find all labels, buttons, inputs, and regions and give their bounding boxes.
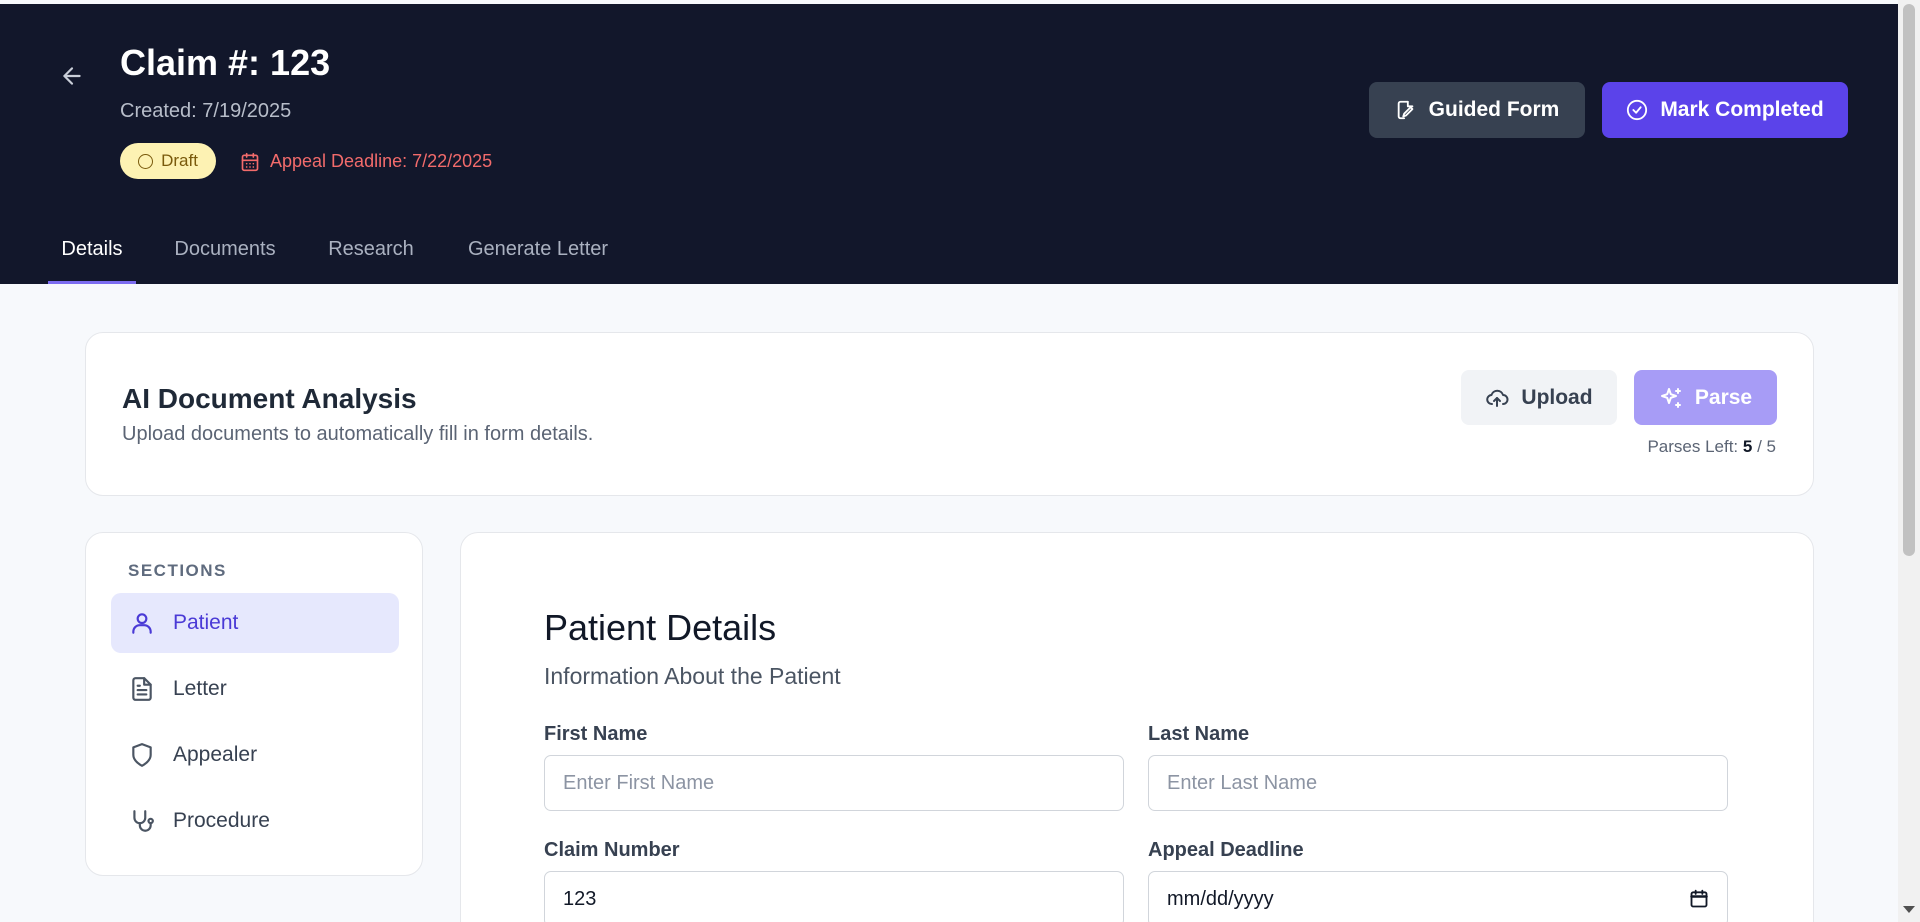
stethoscope-icon xyxy=(133,810,154,832)
claim-number-input[interactable] xyxy=(544,871,1124,922)
appeal-deadline-value: mm/dd/yyyy xyxy=(1167,887,1274,910)
section-item-procedure[interactable]: Procedure xyxy=(111,791,399,851)
scroll-down-arrow-icon[interactable] xyxy=(1903,906,1915,913)
parses-left-label: Parses Left: xyxy=(1647,437,1739,456)
section-item-label: Letter xyxy=(173,677,227,700)
scrollbar[interactable] xyxy=(1898,0,1920,922)
parse-button[interactable]: Parse xyxy=(1634,370,1777,425)
shield-icon xyxy=(132,743,152,767)
section-item-label: Procedure xyxy=(173,809,270,832)
tab-generate-letter[interactable]: Generate Letter xyxy=(454,215,622,284)
section-item-patient[interactable]: Patient xyxy=(111,593,399,653)
last-name-input[interactable] xyxy=(1148,755,1728,811)
tab-research[interactable]: Research xyxy=(316,215,426,284)
ai-document-analysis-card: AI Document Analysis Upload documents to… xyxy=(85,332,1814,496)
created-date: Created: 7/19/2025 xyxy=(120,100,292,122)
first-name-label: First Name xyxy=(544,723,648,745)
appeal-deadline-label: Appeal Deadline xyxy=(1148,839,1304,861)
ai-card-title: AI Document Analysis xyxy=(122,383,417,414)
first-name-input[interactable] xyxy=(544,755,1124,811)
claim-title: Claim #: 123 xyxy=(120,42,331,83)
upload-button[interactable]: Upload xyxy=(1461,370,1617,425)
sections-sidebar: SECTIONS Patient Letter Appealer Procedu… xyxy=(85,532,423,876)
sections-heading: SECTIONS xyxy=(128,561,227,580)
section-item-label: Patient xyxy=(173,611,239,634)
upload-label: Upload xyxy=(1521,385,1593,409)
appeal-deadline-input[interactable]: mm/dd/yyyy xyxy=(1148,871,1728,922)
status-label: Draft xyxy=(161,151,198,170)
last-name-label: Last Name xyxy=(1148,723,1250,745)
sparkles-icon xyxy=(1660,387,1681,408)
parses-left-count: 5 xyxy=(1742,437,1753,456)
parses-left-total: / 5 xyxy=(1757,437,1776,456)
ai-card-subtitle: Upload documents to automatically fill i… xyxy=(122,423,594,445)
document-icon xyxy=(132,677,152,701)
mark-completed-label: Mark Completed xyxy=(1660,98,1824,121)
scrollbar-thumb[interactable] xyxy=(1903,4,1915,556)
circle-icon xyxy=(138,153,154,169)
claim-number-label: Claim Number xyxy=(544,839,680,861)
section-item-label: Appealer xyxy=(173,743,258,766)
appeal-deadline: Appeal Deadline: 7/22/2025 xyxy=(240,151,492,172)
back-button[interactable] xyxy=(56,60,88,92)
patient-details-subtitle: Information About the Patient xyxy=(544,663,841,689)
guided-form-label: Guided Form xyxy=(1428,98,1560,121)
parses-left-counter: Parses Left: 5 / 5 xyxy=(1647,437,1776,457)
patient-details-title: Patient Details xyxy=(544,607,777,648)
edit-document-icon xyxy=(1397,100,1413,120)
appeal-deadline-text: Appeal Deadline: 7/22/2025 xyxy=(270,151,493,171)
user-icon xyxy=(132,613,152,634)
section-item-appealer[interactable]: Appealer xyxy=(111,725,399,785)
guided-form-button[interactable]: Guided Form xyxy=(1369,82,1585,138)
cloud-upload-icon xyxy=(1486,389,1509,407)
tab-bar: Details Documents Research Generate Lett… xyxy=(0,215,1898,284)
arrow-left-icon xyxy=(63,67,81,85)
status-badge: Draft xyxy=(120,143,216,179)
claim-header: Claim #: 123 Created: 7/19/2025 Draft Ap… xyxy=(0,4,1898,216)
patient-details-card: Patient Details Information About the Pa… xyxy=(460,532,1814,922)
tab-details[interactable]: Details xyxy=(48,215,136,284)
calendar-icon xyxy=(241,152,259,171)
check-circle-icon xyxy=(1627,99,1648,121)
parse-label: Parse xyxy=(1694,385,1753,409)
tab-documents[interactable]: Documents xyxy=(162,215,288,284)
section-item-letter[interactable]: Letter xyxy=(111,659,399,719)
calendar-icon[interactable] xyxy=(1689,889,1709,909)
mark-completed-button[interactable]: Mark Completed xyxy=(1602,82,1848,138)
